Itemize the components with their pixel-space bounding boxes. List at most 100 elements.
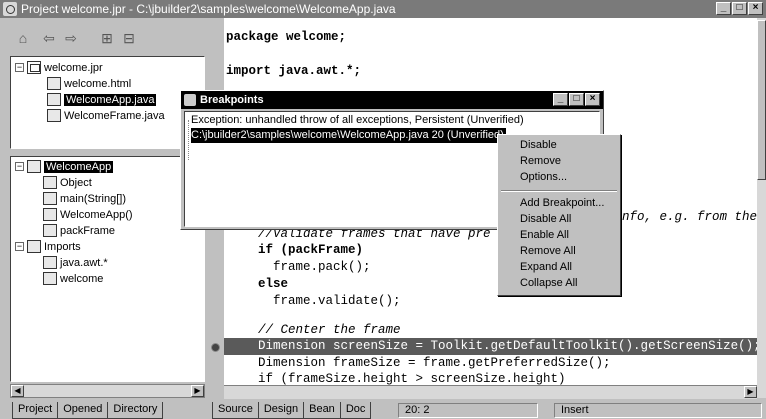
- scroll-right-icon[interactable]: ▶: [744, 386, 757, 398]
- collapse-icon[interactable]: −: [15, 63, 24, 72]
- project-root-label: welcome.jpr: [44, 61, 103, 74]
- tree-node-import[interactable]: java.awt.*: [43, 255, 108, 270]
- scroll-left-icon[interactable]: ◀: [11, 385, 24, 397]
- constructor-icon: [43, 208, 57, 221]
- class-label: WelcomeApp: [44, 160, 114, 173]
- java-file-icon: [47, 109, 61, 122]
- tree-node-class[interactable]: − WelcomeApp: [15, 159, 114, 174]
- title-bar[interactable]: Project welcome.jpr - C:\jbuilder2\sampl…: [0, 0, 766, 18]
- menu-item-add-breakpoint[interactable]: Add Breakpoint...: [520, 195, 604, 211]
- home-icon[interactable]: ⌂: [14, 30, 32, 46]
- code-line: if (packFrame): [258, 243, 364, 257]
- debug-icon: [184, 94, 196, 106]
- menu-item-disable-all[interactable]: Disable All: [520, 211, 571, 227]
- code-line: package welcome;: [226, 30, 347, 44]
- menu-item-disable[interactable]: Disable: [520, 137, 557, 153]
- tab-source[interactable]: Source: [212, 402, 259, 419]
- superclass-icon: [43, 176, 57, 189]
- tree-node-imports[interactable]: − Imports: [15, 239, 81, 254]
- maximize-button[interactable]: □: [569, 93, 584, 106]
- tree-node-member[interactable]: packFrame: [43, 223, 115, 238]
- menu-item-options[interactable]: Options...: [520, 169, 567, 185]
- tab-directory[interactable]: Directory: [107, 402, 164, 419]
- collapse-icon[interactable]: −: [15, 242, 24, 251]
- html-file-icon: [47, 77, 61, 90]
- forward-arrow-icon[interactable]: ⇨: [62, 30, 80, 46]
- edit-mode: Insert: [554, 403, 762, 418]
- tree-connector: [188, 120, 189, 160]
- breakpoint-icon[interactable]: [211, 343, 220, 352]
- code-line: frame.validate();: [258, 294, 401, 308]
- close-button[interactable]: ×: [585, 93, 600, 106]
- code-line: if (frameSize.height > screenSize.height…: [258, 372, 566, 385]
- add-to-project-icon[interactable]: ⊞: [98, 30, 116, 46]
- structure-tree-pane: − WelcomeApp Object main(String[]) Welco…: [10, 156, 205, 382]
- minimize-button[interactable]: _: [716, 2, 731, 15]
- tab-design[interactable]: Design: [257, 402, 305, 419]
- member-label: main(String[]): [60, 192, 127, 205]
- tree-node-file-selected[interactable]: WelcomeApp.java: [47, 92, 157, 107]
- field-icon: [43, 224, 57, 237]
- structure-horizontal-scrollbar[interactable]: ◀ ▶: [10, 384, 205, 398]
- tree-node-import[interactable]: welcome: [43, 271, 103, 286]
- java-file-icon: [47, 93, 61, 106]
- breakpoint-entry-selected[interactable]: C:\jbuilder2\samples\welcome\WelcomeApp.…: [191, 128, 506, 143]
- jbuilder-window: Project welcome.jpr - C:\jbuilder2\sampl…: [0, 0, 766, 419]
- editor-vertical-scrollbar[interactable]: [757, 18, 766, 398]
- import-label: welcome: [60, 272, 104, 285]
- code-line: else: [258, 277, 289, 291]
- tree-node-project[interactable]: − welcome.jpr: [15, 60, 103, 75]
- close-button[interactable]: ×: [748, 2, 763, 15]
- menu-item-remove[interactable]: Remove: [520, 153, 561, 169]
- scroll-right-icon[interactable]: ▶: [191, 385, 204, 397]
- code-line: frame.pack();: [258, 260, 371, 274]
- editor-tabs: Source Design Bean Doc: [212, 402, 372, 419]
- navigator-toolbar: ⌂ ⇦ ⇨ ⊞ ⊟: [0, 18, 208, 56]
- breakpoint-entry[interactable]: Exception: unhandled throw of all except…: [191, 113, 524, 128]
- project-tree-pane: − welcome.jpr welcome.html WelcomeApp.ja…: [10, 56, 205, 149]
- code-line: Dimension frameSize = frame.getPreferred…: [258, 356, 611, 370]
- breakpoint-context-menu: Disable Remove Options... Add Breakpoint…: [497, 134, 621, 296]
- tab-bean[interactable]: Bean: [303, 402, 341, 419]
- member-label: Object: [60, 176, 92, 189]
- menu-item-collapse-all[interactable]: Collapse All: [520, 275, 577, 291]
- file-label: WelcomeApp.java: [64, 93, 157, 106]
- menu-item-expand-all[interactable]: Expand All: [520, 259, 572, 275]
- minimize-button[interactable]: _: [553, 93, 568, 106]
- breakpoints-title-bar[interactable]: Breakpoints _ □ ×: [181, 91, 603, 109]
- imports-icon: [27, 240, 41, 253]
- scroll-thumb[interactable]: [757, 20, 766, 180]
- collapse-icon[interactable]: −: [15, 162, 24, 171]
- class-icon: [27, 160, 41, 173]
- project-icon: [27, 61, 41, 74]
- code-line: import java.awt.*;: [226, 64, 362, 78]
- tab-project[interactable]: Project: [12, 402, 59, 419]
- package-icon: [43, 272, 57, 285]
- member-label: WelcomeApp(): [60, 208, 133, 221]
- tree-node-file[interactable]: welcome.html: [47, 76, 131, 91]
- code-line-highlighted: Dimension screenSize = Toolkit.getDefaul…: [258, 339, 757, 353]
- package-icon: [43, 256, 57, 269]
- remove-from-project-icon[interactable]: ⊟: [120, 30, 138, 46]
- tree-node-member[interactable]: main(String[]): [43, 191, 126, 206]
- maximize-button[interactable]: □: [732, 2, 747, 15]
- status-bar: Source Design Bean Doc 20: 2 Insert: [208, 402, 766, 419]
- file-label: WelcomeFrame.java: [64, 109, 165, 122]
- dialog-title: Breakpoints: [200, 94, 264, 106]
- menu-item-enable-all[interactable]: Enable All: [520, 227, 569, 243]
- tree-node-file[interactable]: WelcomeFrame.java: [47, 108, 165, 123]
- cursor-position: 20: 2: [398, 403, 538, 418]
- member-label: packFrame: [60, 224, 116, 237]
- tab-opened[interactable]: Opened: [57, 402, 109, 419]
- method-icon: [43, 192, 57, 205]
- editor-horizontal-scrollbar[interactable]: ▶: [224, 385, 757, 399]
- menu-item-remove-all[interactable]: Remove All: [520, 243, 576, 259]
- tab-doc[interactable]: Doc: [339, 402, 372, 419]
- window-title: Project welcome.jpr - C:\jbuilder2\sampl…: [21, 2, 396, 16]
- code-line: // Center the frame: [258, 323, 401, 337]
- code-line: nfo, e.g. from the: [622, 210, 758, 224]
- tree-node-member[interactable]: WelcomeApp(): [43, 207, 133, 222]
- tree-node-member[interactable]: Object: [43, 175, 92, 190]
- file-label: welcome.html: [64, 77, 132, 90]
- back-arrow-icon[interactable]: ⇦: [40, 30, 58, 46]
